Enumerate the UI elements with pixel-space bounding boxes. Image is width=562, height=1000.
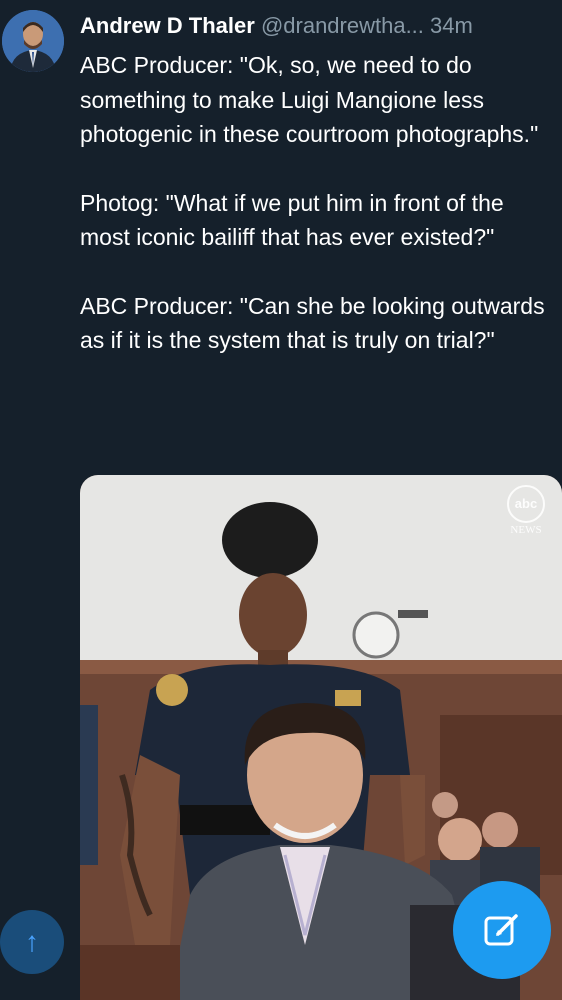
tweet-text: ABC Producer: "Ok, so, we need to do som…	[80, 48, 550, 392]
abc-news-watermark: abc NEWS	[504, 485, 548, 536]
compose-icon	[484, 914, 518, 946]
author-handle[interactable]: @drandrewtha...	[261, 13, 424, 38]
scroll-to-top-button[interactable]: ↑	[0, 910, 64, 974]
tweet-paragraph: Photog: "What if we put him in front of …	[80, 189, 504, 251]
avatar-image	[2, 10, 64, 72]
tweet-paragraph: ABC Producer: "Ok, so, we need to do som…	[80, 52, 539, 147]
news-logo-text: NEWS	[510, 524, 542, 536]
tweet-paragraph: ABC Producer: "Can she be looking outwar…	[80, 292, 545, 354]
tweet-header: Andrew D Thaler @drandrewtha... 34m	[80, 12, 562, 40]
abc-logo-text: abc	[507, 485, 545, 523]
author-name[interactable]: Andrew D Thaler	[80, 13, 255, 38]
avatar[interactable]	[2, 10, 64, 72]
timestamp[interactable]: 34m	[430, 13, 473, 38]
tweet[interactable]: Andrew D Thaler @drandrewtha... 34m ABC …	[0, 0, 562, 1000]
arrow-up-icon: ↑	[25, 926, 39, 957]
compose-button[interactable]	[453, 881, 551, 979]
